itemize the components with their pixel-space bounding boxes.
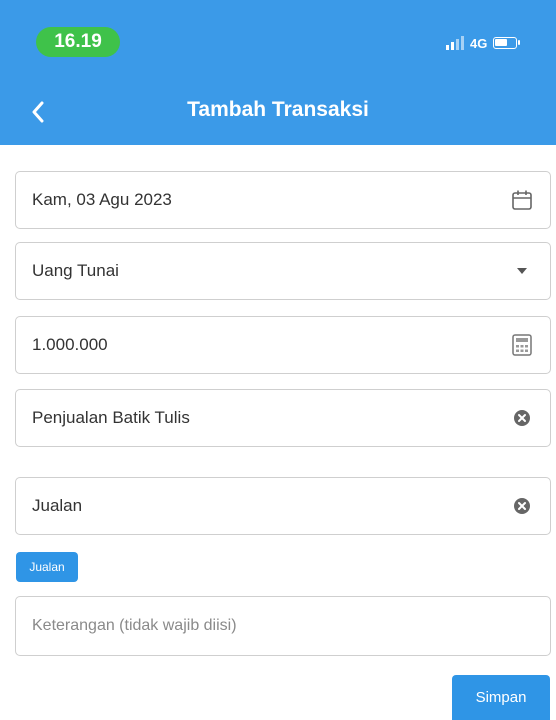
date-field[interactable]: Kam, 03 Agu 2023 [15,171,551,229]
payment-method-select[interactable]: Uang Tunai [15,242,551,300]
category-field[interactable]: Jualan [15,477,551,535]
description-value: Penjualan Batik Tulis [32,408,190,427]
network-type: 4G [470,35,488,51]
clear-description-icon[interactable] [508,404,536,432]
calendar-icon[interactable] [508,186,536,214]
caret-down-icon [508,257,536,285]
signal-icon [446,36,464,50]
calculator-icon[interactable] [508,331,536,359]
clear-category-icon[interactable] [508,492,536,520]
status-time: 16.19 [36,27,120,57]
page-title: Tambah Transaksi [187,98,369,121]
description-field[interactable]: Penjualan Batik Tulis [15,389,551,447]
app-header: 16.19 4G Tambah Transaksi [0,0,556,145]
status-bar: 16.19 4G [0,0,556,70]
date-value: Kam, 03 Agu 2023 [32,190,172,209]
note-field[interactable]: Keterangan (tidak wajib diisi) [15,596,551,656]
category-chip[interactable]: Jualan [16,552,78,582]
status-icons: 4G [446,33,521,53]
battery-icon [493,37,521,49]
save-button[interactable]: Simpan [452,675,550,720]
amount-field[interactable]: 1.000.000 [15,316,551,374]
payment-method-value: Uang Tunai [32,261,119,280]
amount-value: 1.000.000 [32,335,108,354]
category-value: Jualan [32,496,83,515]
note-placeholder: Keterangan (tidak wajib diisi) [32,617,237,634]
